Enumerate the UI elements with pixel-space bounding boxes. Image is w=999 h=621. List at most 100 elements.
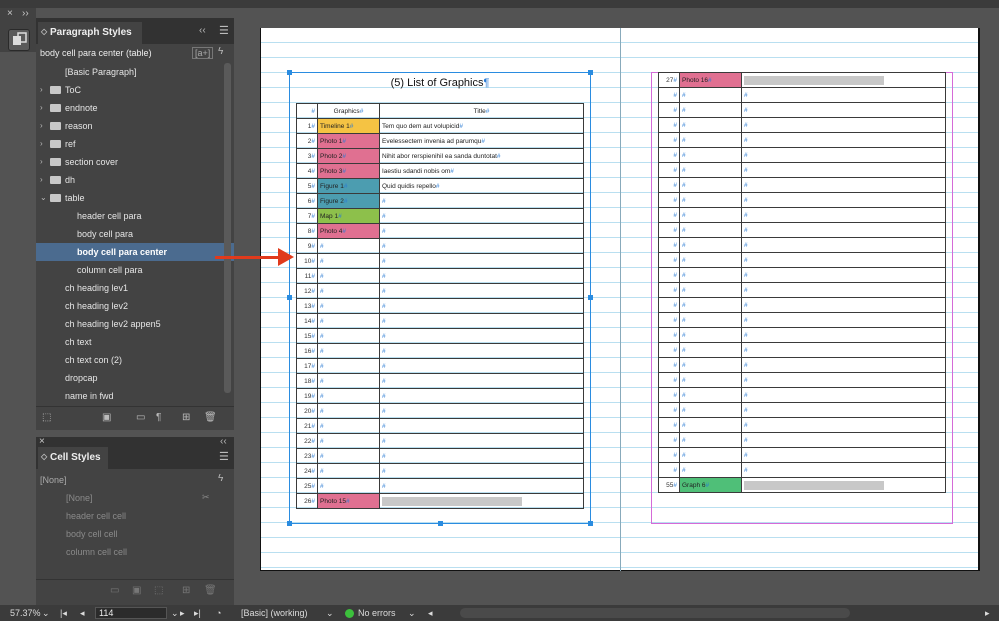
errors-dropdown-icon[interactable]: ⌄ (408, 607, 416, 619)
list-scrollbar[interactable] (224, 63, 231, 393)
title-cell[interactable]: # (741, 432, 946, 448)
zoom-level[interactable]: 57.37% (10, 607, 41, 619)
graphics-cell[interactable]: # (679, 282, 742, 298)
graphics-cell[interactable]: # (679, 177, 742, 193)
graphics-cell[interactable]: # (679, 192, 742, 208)
graphics-cell[interactable]: # (317, 253, 380, 269)
frame-handle[interactable] (588, 295, 593, 300)
graphics-cell[interactable]: # (679, 147, 742, 163)
style-item[interactable]: ch text (36, 333, 234, 351)
style-item[interactable]: [Basic Paragraph] (36, 63, 234, 81)
style-item[interactable]: ch text con (2) (36, 351, 234, 369)
row-number-cell[interactable]: # (658, 132, 680, 148)
row-number-cell[interactable]: 14# (296, 313, 318, 329)
close-icon[interactable]: × (7, 8, 13, 19)
row-number-cell[interactable]: 23# (296, 448, 318, 464)
title-cell[interactable]: # (741, 462, 946, 478)
graphics-cell[interactable]: # (679, 447, 742, 463)
row-number-cell[interactable]: 16# (296, 343, 318, 359)
row-number-cell[interactable]: # (658, 387, 680, 403)
row-number-cell[interactable]: 22# (296, 433, 318, 449)
row-number-cell[interactable]: 5# (296, 178, 318, 194)
row-number-cell[interactable]: # (658, 102, 680, 118)
new-style-override-button[interactable]: [a+] (192, 47, 214, 59)
row-number-cell[interactable]: # (658, 357, 680, 373)
chevron-right-icon[interactable]: › (40, 153, 43, 171)
graphics-cell[interactable]: # (317, 238, 380, 254)
title-cell[interactable]: # (741, 297, 946, 313)
graphics-cell[interactable]: # (317, 388, 380, 404)
cell-style-item[interactable]: header cell cell (36, 507, 234, 525)
cell-style-item[interactable]: body cell cell (36, 525, 234, 543)
title-cell[interactable]: # (741, 402, 946, 418)
graphics-cell[interactable]: # (679, 237, 742, 253)
row-number-cell[interactable]: 15# (296, 328, 318, 344)
title-cell[interactable]: # (741, 117, 946, 133)
style-group-section-cover[interactable]: › section cover (36, 153, 234, 171)
chevron-right-icon[interactable]: › (40, 135, 43, 153)
title-cell[interactable]: # (741, 342, 946, 358)
style-item[interactable]: ch heading lev2 appen5 (36, 315, 234, 333)
row-number-cell[interactable]: # (658, 192, 680, 208)
row-number-cell[interactable]: # (658, 462, 680, 478)
graphics-cell[interactable]: # (679, 102, 742, 118)
title-cell[interactable]: # (379, 343, 584, 359)
new-style-icon[interactable]: ⊞ (182, 412, 190, 423)
style-set-label[interactable]: [Basic] (working) (241, 607, 308, 619)
cell-styles-tab[interactable]: ◇ Cell Styles (38, 447, 108, 469)
title-cell[interactable]: # (741, 222, 946, 238)
graphics-cell[interactable]: # (679, 132, 742, 148)
frame-handle[interactable] (287, 295, 292, 300)
row-number-cell[interactable]: # (658, 327, 680, 343)
row-number-cell[interactable]: 25# (296, 478, 318, 494)
graphics-cell[interactable]: # (679, 87, 742, 103)
graphics-cell[interactable]: # (317, 343, 380, 359)
scroll-left-icon[interactable]: ◂ (428, 607, 433, 619)
clear-overrides-icon[interactable]: ¶ (156, 412, 161, 423)
graphics-cell[interactable]: # (679, 312, 742, 328)
graphics-cell[interactable]: # (317, 358, 380, 374)
title-cell[interactable]: Iaestiu sdandi nobis om# (379, 163, 584, 179)
row-number-cell[interactable]: # (658, 417, 680, 433)
title-cell[interactable]: # (741, 132, 946, 148)
title-cell[interactable]: Quid quidis repello# (379, 178, 584, 194)
row-number-cell[interactable]: # (658, 267, 680, 283)
row-number-cell[interactable]: 3# (296, 148, 318, 164)
zoom-dropdown-icon[interactable]: ⌄ (42, 607, 50, 619)
graphics-cell[interactable]: Photo 3# (317, 163, 380, 179)
graphics-cell[interactable]: # (679, 252, 742, 268)
graphics-cell[interactable]: # (317, 478, 380, 494)
style-item[interactable]: ch heading lev2 (36, 297, 234, 315)
title-cell[interactable]: # (379, 193, 584, 209)
row-number-cell[interactable]: # (658, 297, 680, 313)
graphics-cell[interactable]: # (317, 448, 380, 464)
title-cell[interactable]: # (741, 327, 946, 343)
last-page-icon[interactable]: ▸| (194, 607, 201, 619)
graphics-cell[interactable]: # (317, 403, 380, 419)
header-cell[interactable]: # (296, 103, 318, 119)
row-number-cell[interactable]: # (658, 177, 680, 193)
title-cell[interactable]: # (379, 418, 584, 434)
row-number-cell[interactable]: 13# (296, 298, 318, 314)
row-number-cell[interactable]: 19# (296, 388, 318, 404)
style-group-endnote[interactable]: › endnote (36, 99, 234, 117)
row-number-cell[interactable]: # (658, 162, 680, 178)
row-number-cell[interactable]: 9# (296, 238, 318, 254)
style-group-table[interactable]: ⌄ table (36, 189, 234, 207)
load-styles-icon[interactable]: ⬚ (42, 412, 51, 423)
title-cell[interactable]: # (379, 448, 584, 464)
row-number-cell[interactable]: 10# (296, 253, 318, 269)
chevron-down-icon[interactable]: ⌄ (40, 189, 47, 207)
panel-menu-icon[interactable]: ☰ (219, 24, 229, 37)
row-number-cell[interactable]: 55# (658, 477, 680, 493)
graphics-cell[interactable]: Figure 1# (317, 178, 380, 194)
graphics-cell[interactable]: Photo 1# (317, 133, 380, 149)
title-cell[interactable]: # (379, 223, 584, 239)
graphics-cell[interactable]: Photo 16# (679, 72, 742, 88)
next-page-icon[interactable]: ▸ (180, 607, 185, 619)
row-number-cell[interactable]: 6# (296, 193, 318, 209)
style-group-dh[interactable]: › dh (36, 171, 234, 189)
title-cell[interactable]: # (379, 388, 584, 404)
page-number-field[interactable]: 114 (95, 607, 167, 619)
graphics-cell[interactable]: # (317, 268, 380, 284)
